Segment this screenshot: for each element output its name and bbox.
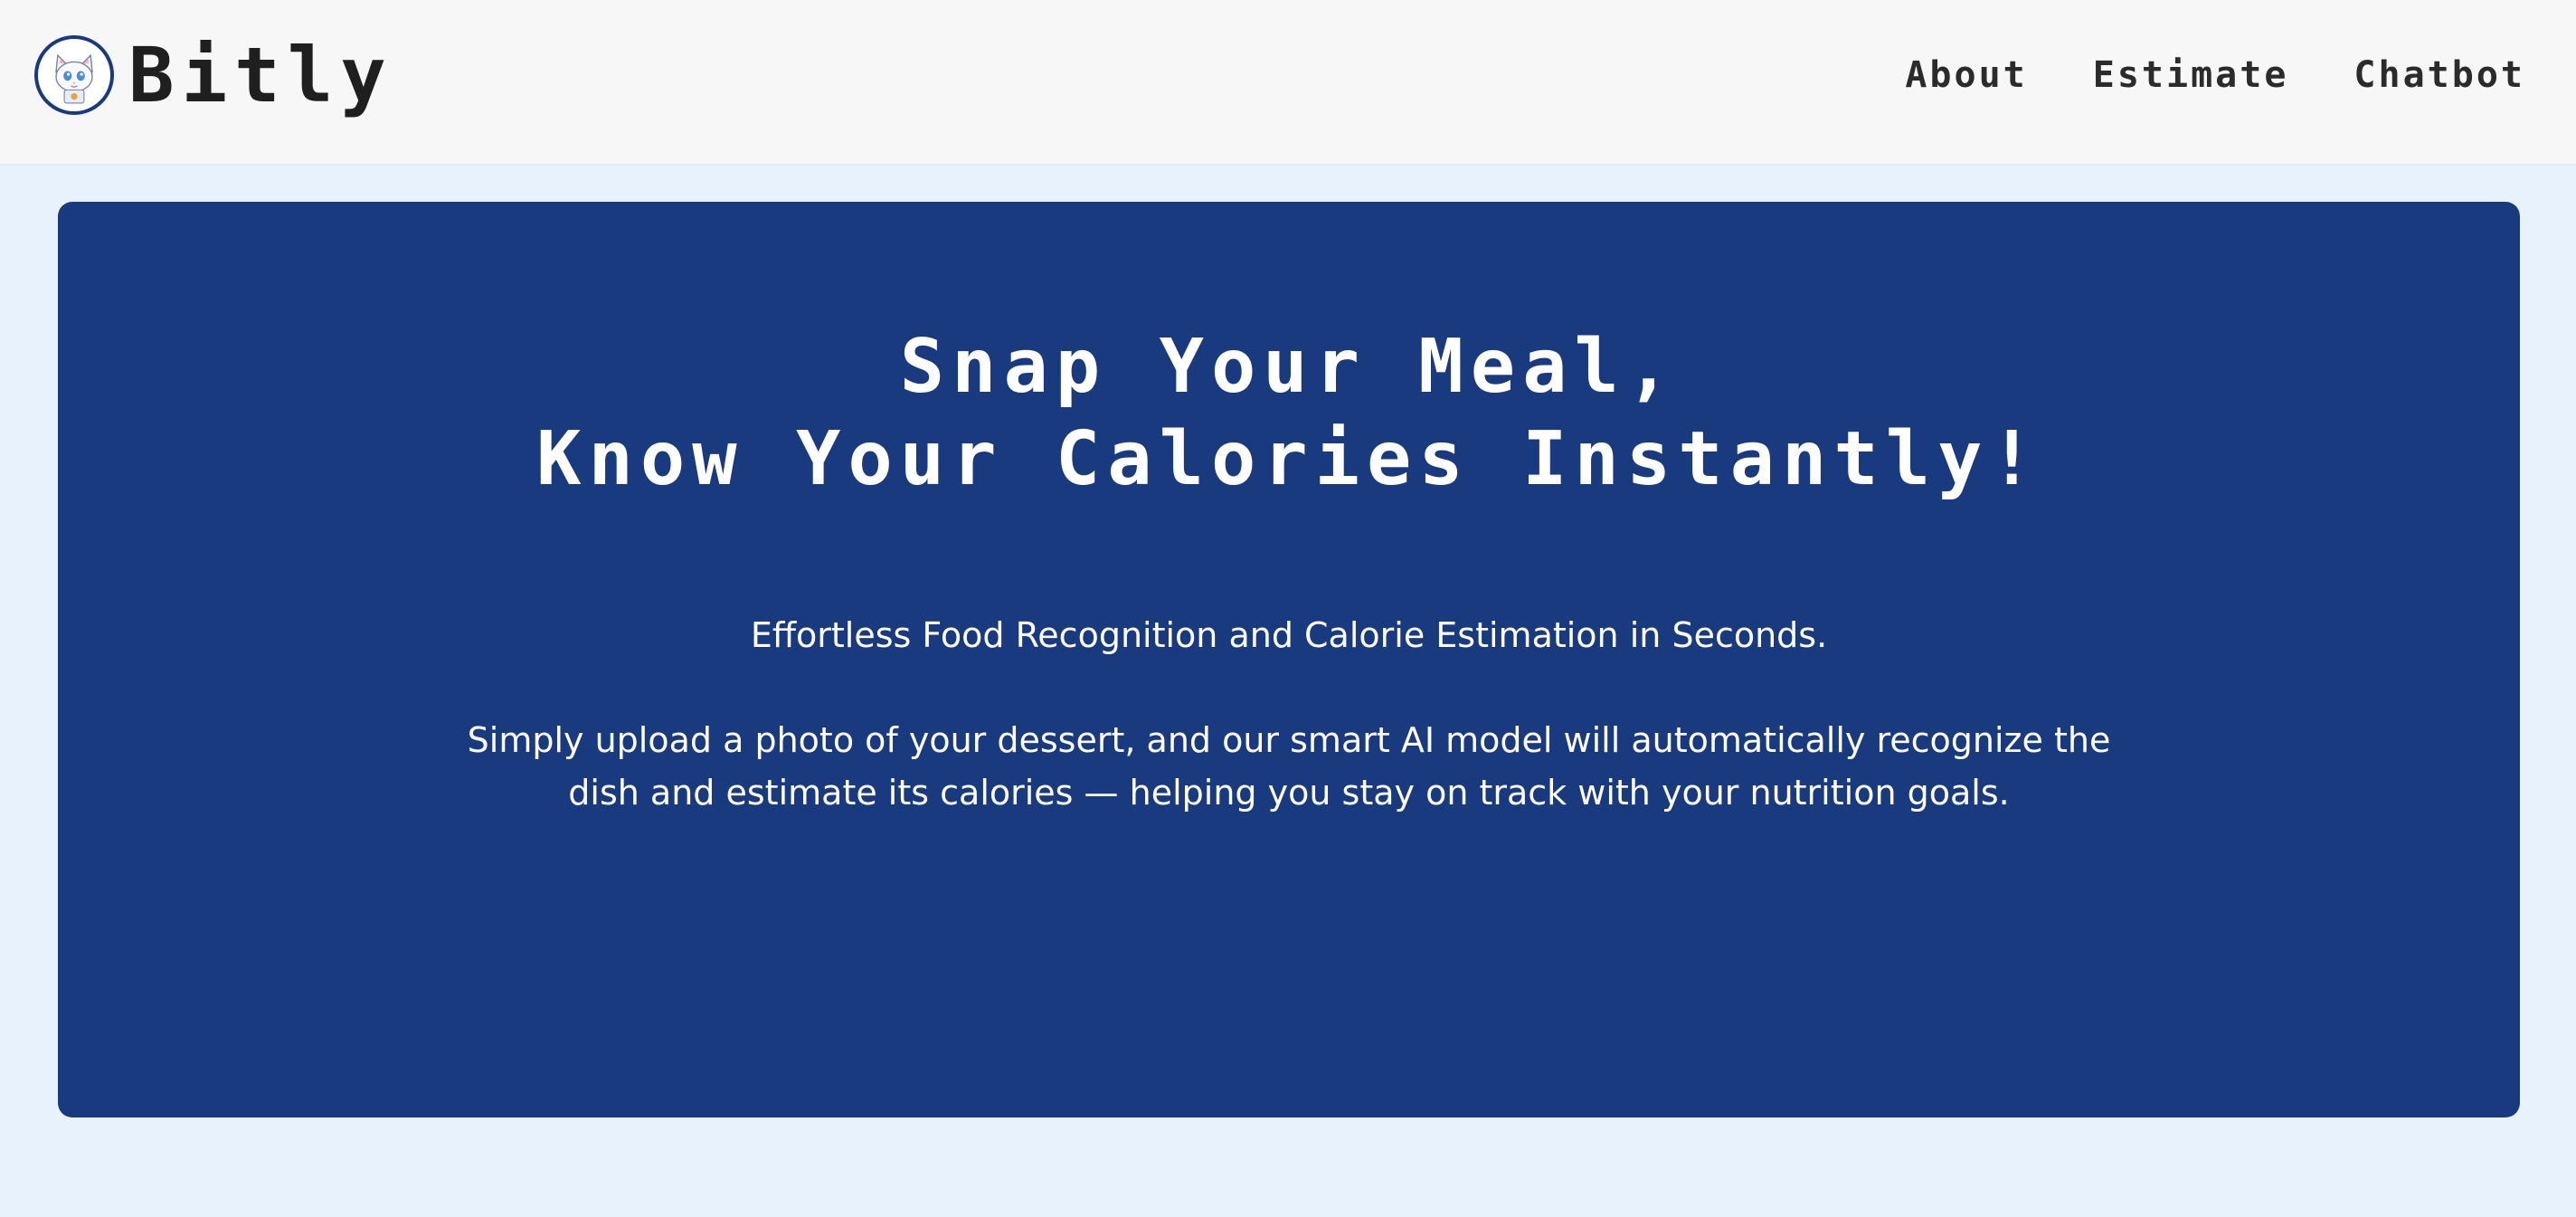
nav-about-link[interactable]: About <box>1905 54 2027 96</box>
hero-subtitle: Effortless Food Recognition and Calorie … <box>750 615 1828 655</box>
hero-title-line-2: Know Your Calories Instantly! <box>536 416 2041 502</box>
logo[interactable]: Bitly <box>34 33 393 118</box>
main-nav: About Estimate Chatbot <box>1905 54 2525 96</box>
hero-title-line-1: Snap Your Meal, <box>899 324 1679 410</box>
nav-estimate-link[interactable]: Estimate <box>2093 54 2289 96</box>
hero-title: Snap Your Meal, Know Your Calories Insta… <box>58 321 2520 506</box>
navbar: Bitly About Estimate Chatbot <box>0 0 2576 164</box>
cat-mascot-icon <box>34 35 114 115</box>
nav-chatbot-link[interactable]: Chatbot <box>2353 54 2525 96</box>
hero-section: Snap Your Meal, Know Your Calories Insta… <box>58 202 2520 1117</box>
hero-description: Simply upload a photo of your dessert, a… <box>467 720 2111 813</box>
brand-name: Bitly <box>128 31 393 119</box>
